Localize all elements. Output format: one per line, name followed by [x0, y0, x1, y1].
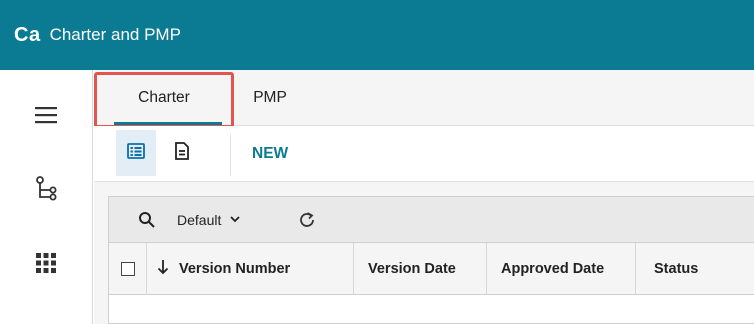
toolbar-divider — [230, 134, 231, 176]
column-header-version-date[interactable]: Version Date — [354, 243, 487, 295]
select-all-checkbox[interactable] — [120, 262, 135, 276]
column-header-approved-date[interactable]: Approved Date — [487, 243, 636, 295]
chevron-down-icon — [229, 212, 241, 228]
column-header-version-number[interactable]: Version Number — [147, 243, 354, 295]
column-header-label: Version Number — [179, 261, 291, 277]
new-button[interactable]: NEW — [252, 126, 288, 182]
grid-header-row: Version Number Version Date Approved Dat… — [109, 243, 754, 295]
hierarchy-tree-icon[interactable] — [29, 172, 63, 206]
column-header-label: Version Date — [368, 261, 456, 277]
tab-bar: Charter PMP — [94, 70, 754, 128]
search-icon[interactable] — [137, 210, 157, 230]
column-header-label: Status — [654, 261, 699, 277]
tab-pmp[interactable]: PMP — [242, 70, 298, 126]
list-view-button[interactable] — [116, 130, 156, 176]
select-all-cell — [109, 243, 147, 295]
left-rail — [0, 70, 93, 324]
hamburger-menu-icon[interactable] — [29, 98, 63, 132]
grid-toolbar: Default — [109, 197, 754, 243]
refresh-icon[interactable] — [297, 210, 317, 230]
list-view-icon — [126, 141, 146, 166]
view-selector[interactable]: Default — [177, 197, 241, 243]
tab-highlight-box — [94, 72, 234, 128]
document-icon — [172, 141, 192, 166]
column-header-status[interactable]: Status — [636, 243, 754, 295]
app-header: Ca Charter and PMP — [0, 0, 754, 70]
sort-descending-icon — [157, 259, 169, 279]
document-view-button[interactable] — [162, 130, 202, 176]
column-header-label: Approved Date — [501, 261, 605, 277]
page-title: Charter and PMP — [49, 25, 181, 44]
app-code: Ca — [14, 23, 41, 46]
toolbar: NEW — [94, 126, 754, 182]
apps-grid-icon[interactable] — [29, 246, 63, 280]
view-selector-label: Default — [177, 212, 222, 228]
grid-panel: Default Version Number Version Date Appr… — [108, 196, 754, 324]
